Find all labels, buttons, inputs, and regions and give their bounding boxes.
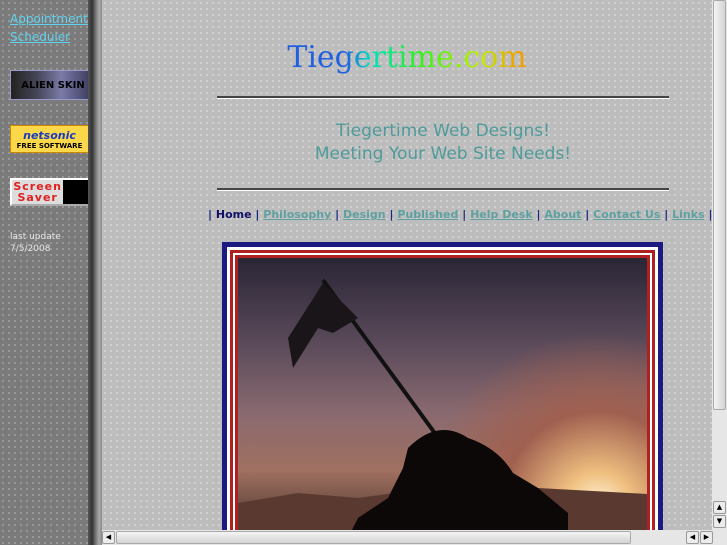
nav-contact-us[interactable]: Contact Us [593, 208, 660, 221]
scroll-down-button[interactable]: ▼ [713, 515, 726, 528]
screen-icon [63, 180, 88, 204]
nav-help-desk[interactable]: Help Desk [470, 208, 533, 221]
nav-design[interactable]: Design [343, 208, 386, 221]
netsonic-banner[interactable]: netsonic FREE SOFTWARE [10, 125, 89, 153]
photo-frame [222, 242, 663, 530]
nav-about[interactable]: About [544, 208, 581, 221]
scroll-left-button[interactable]: ◀ [102, 531, 115, 544]
iwo-jima-photo [238, 258, 647, 530]
appointment-scheduler-link[interactable]: Appointment Scheduler [10, 10, 90, 46]
sidebar-divider [88, 0, 102, 545]
vertical-scrollbar[interactable]: ▲ ▼ [712, 0, 727, 530]
last-update: last update 7/5/2008 [10, 232, 61, 254]
divider [217, 188, 669, 191]
site-logo: Tiegertime.com [102, 40, 712, 75]
nav-links[interactable]: Links [672, 208, 704, 221]
alien-skin-banner[interactable]: ALIEN SKIN [10, 70, 96, 100]
scroll-right-button[interactable]: ▶ [700, 531, 713, 544]
scroll-left-button-2[interactable]: ◀ [686, 531, 699, 544]
nav-home[interactable]: Home [216, 208, 252, 221]
horizontal-scroll-thumb[interactable] [116, 531, 631, 544]
divider [217, 96, 669, 99]
main-content: Tiegertime.com Tiegertime Web Designs! Me… [102, 0, 712, 530]
scroll-up-button[interactable]: ▲ [713, 501, 726, 514]
nav-philosophy[interactable]: Philosophy [263, 208, 331, 221]
nav-bar: | Home | Philosophy | Design | Published… [208, 208, 712, 221]
tagline: Tiegertime Web Designs! Meeting Your Web … [314, 121, 572, 164]
screensaver-banner[interactable]: Screen Saver [10, 178, 90, 206]
nav-published[interactable]: Published [397, 208, 458, 221]
horizontal-scrollbar[interactable]: ◀ ◀ ▶ [102, 530, 727, 545]
sidebar: Appointment Scheduler ALIEN SKIN netsoni… [0, 0, 96, 545]
vertical-scroll-thumb[interactable] [713, 0, 726, 410]
